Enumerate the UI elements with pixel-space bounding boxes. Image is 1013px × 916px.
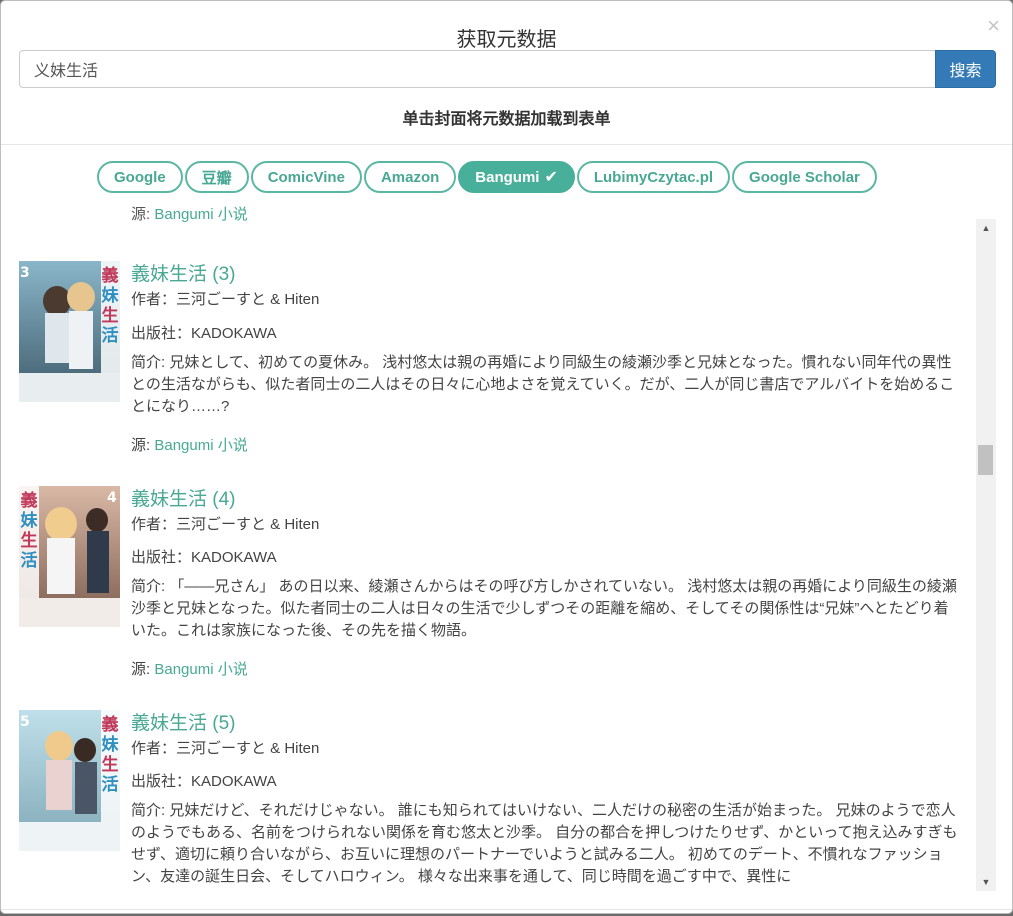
source-bangumi[interactable]: Bangumi ✔	[458, 161, 575, 193]
source-link[interactable]: Bangumi 小说	[154, 437, 247, 454]
cover-title-char: 義	[102, 714, 119, 735]
cover-title-char: 義	[21, 490, 38, 511]
result-title[interactable]: 義妹生活 (4)	[131, 484, 236, 511]
source-label: Google	[114, 168, 166, 186]
cover-title-char: 妹	[101, 285, 120, 306]
result-author: 作者：三河ごーすと & Hiten	[131, 740, 320, 757]
cover-title-char: 活	[102, 325, 119, 346]
result-title[interactable]: 義妹生活 (3)	[131, 259, 236, 286]
search-button[interactable]: 搜索	[935, 50, 996, 88]
footer-divider	[1, 909, 1012, 910]
close-icon[interactable]: ×	[987, 15, 1000, 37]
book-cover[interactable]: 3 義妹生活	[19, 261, 120, 402]
source-lubimyczytac[interactable]: LubimyCzytac.pl	[576, 161, 731, 193]
book-cover[interactable]: 5 義妹生活	[19, 710, 120, 851]
result-description: 简介: 「——兄さん」 あの日以来、綾瀬さんからはその呼び方しかされていない。 …	[131, 578, 957, 639]
result-publisher: 出版社：KADOKAWA	[131, 773, 277, 790]
source-link[interactable]: Bangumi 小说	[154, 661, 247, 678]
cover-title-char: 義	[102, 265, 119, 286]
header-divider	[1, 144, 1012, 145]
results-list[interactable]: 源: Bangumi 小说 3 義妹生活 義妹生活 (3) 作者：三河ごーすと …	[1, 197, 996, 893]
source-label: LubimyCzytac.pl	[593, 168, 714, 186]
cover-title-char: 妹	[101, 734, 120, 755]
cover-title-char: 活	[21, 550, 38, 571]
source-label: 源:	[131, 437, 155, 454]
cover-title-char: 活	[102, 774, 119, 795]
results-scrollbar[interactable]: ▲ ▼	[976, 219, 996, 891]
source-douban[interactable]: 豆瓣	[184, 161, 249, 193]
result-title[interactable]: 義妹生活 (5)	[131, 708, 236, 735]
cover-title-char: 生	[102, 305, 119, 326]
result-description: 简介: 兄妹として、初めての夏休み。 浅村悠太は親の再婚により同級生の綾瀬沙季と…	[131, 354, 955, 415]
scrollbar-thumb[interactable]	[978, 445, 993, 475]
source-link[interactable]: Bangumi 小说	[154, 206, 247, 223]
source-google-scholar[interactable]: Google Scholar	[732, 161, 877, 193]
cover-number: 4	[107, 490, 117, 506]
cover-title-char: 生	[21, 530, 38, 551]
result-author: 作者：三河ごーすと & Hiten	[131, 516, 320, 533]
cover-title-char: 妹	[20, 510, 39, 531]
metadata-dialog: 获取元数据 × 搜索 单击封面将元数据加载到表单 Google 豆瓣 Comic…	[0, 0, 1013, 914]
book-cover[interactable]: 4 義妹生活	[19, 486, 120, 627]
cover-number: 3	[20, 265, 30, 281]
cover-title-char: 生	[102, 754, 119, 775]
result-description: 简介: 兄妹だけど、それだけじゃない。 誰にも知られてはいけない、二人だけの秘密…	[131, 802, 958, 885]
source-tabs: Google 豆瓣 ComicVine Amazon Bangumi ✔ Lubi…	[97, 161, 877, 195]
result-source: 源: Bangumi 小说	[131, 658, 248, 679]
source-label: 源:	[131, 661, 155, 678]
source-label: Bangumi	[475, 168, 540, 186]
source-label: 源:	[131, 206, 155, 223]
result-source: 源: Bangumi 小说	[131, 434, 248, 455]
dialog-title: 获取元数据	[456, 29, 557, 51]
cover-click-hint: 单击封面将元数据加载到表单	[402, 111, 611, 128]
source-label: 豆瓣	[201, 169, 232, 187]
source-label: Amazon	[380, 168, 440, 186]
result-publisher: 出版社：KADOKAWA	[131, 549, 277, 566]
source-google[interactable]: Google	[97, 161, 183, 193]
scroll-up-icon[interactable]: ▲	[976, 219, 996, 237]
source-comicvine[interactable]: ComicVine	[250, 161, 362, 193]
result-publisher: 出版社：KADOKAWA	[131, 325, 277, 342]
partial-source-line: 源: Bangumi 小说	[131, 203, 248, 224]
source-amazon[interactable]: Amazon	[363, 161, 457, 193]
checkmark-icon: ✔	[544, 169, 558, 186]
scroll-down-icon[interactable]: ▼	[976, 873, 996, 891]
cover-number: 5	[20, 714, 30, 730]
search-input[interactable]	[19, 50, 935, 88]
result-author: 作者：三河ごーすと & Hiten	[131, 291, 320, 308]
source-label: Google Scholar	[749, 168, 860, 186]
source-label: ComicVine	[267, 168, 345, 186]
